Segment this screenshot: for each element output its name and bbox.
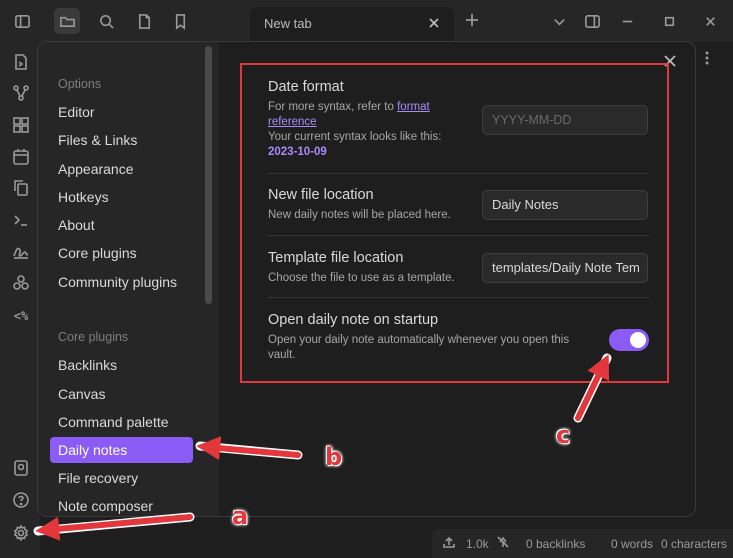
no-sync-icon[interactable] — [496, 535, 510, 552]
sync-icon[interactable] — [442, 535, 456, 552]
nav-item-hotkeys[interactable]: Hotkeys — [50, 184, 193, 210]
nav-item-note-composer[interactable]: Note composer — [50, 493, 193, 516]
canvas-icon[interactable] — [11, 115, 31, 135]
nav-item-about[interactable]: About — [50, 212, 193, 238]
title-bar: New tab — [0, 0, 733, 42]
copy-icon[interactable] — [11, 178, 31, 198]
template-file-location-input[interactable]: templates/Daily Note Tem — [482, 253, 648, 283]
search-icon[interactable] — [93, 8, 119, 34]
core-plugins-header: Core plugins — [58, 330, 129, 344]
tab-new[interactable]: New tab — [250, 7, 454, 42]
nav-item-appearance[interactable]: Appearance — [50, 156, 193, 182]
setting-name: Date format — [268, 79, 344, 95]
code-icon[interactable]: <% — [11, 306, 31, 326]
close-icon[interactable] — [697, 8, 723, 34]
nav-item-canvas[interactable]: Canvas — [50, 381, 193, 407]
sidebar-toggle-icon[interactable] — [9, 8, 35, 34]
folder-icon[interactable] — [54, 8, 80, 34]
chevron-down-icon[interactable] — [546, 8, 572, 34]
sidebar-scrollbar[interactable] — [205, 46, 212, 304]
setting-name: Open daily note on startup — [268, 312, 439, 328]
annotation-c: c — [556, 421, 571, 449]
nav-item-backlinks[interactable]: Backlinks — [50, 352, 193, 378]
plugins-icon[interactable] — [11, 273, 31, 293]
settings-icon[interactable] — [11, 523, 31, 543]
tab-title: New tab — [264, 16, 312, 31]
date-format-input[interactable]: YYYY-MM-DD — [482, 105, 648, 135]
new-tab-icon[interactable] — [462, 10, 484, 32]
options-header: Options — [58, 77, 102, 91]
more-options-icon[interactable] — [702, 50, 712, 66]
left-ribbon: <% — [0, 42, 40, 558]
status-bar: 1.0k 0 backlinks 0 words 0 characters — [432, 529, 733, 558]
nav-item-file-recovery[interactable]: File recovery — [50, 465, 193, 491]
arrow-a — [33, 512, 195, 536]
calendar-icon[interactable] — [11, 147, 31, 167]
divider — [268, 297, 649, 298]
nav-item-community-plugins[interactable]: Community plugins — [50, 269, 193, 295]
signature-icon[interactable] — [11, 241, 31, 261]
settings-sidebar: Options Editor Files & Links Appearance … — [38, 42, 219, 516]
terminal-icon[interactable] — [11, 210, 31, 230]
divider — [268, 173, 649, 174]
nav-item-core-plugins[interactable]: Core plugins — [50, 240, 193, 266]
daily-notes-settings: Date format For more syntax, refer to fo… — [240, 63, 669, 383]
open-on-startup-toggle[interactable] — [609, 329, 649, 351]
desc-prefix: For more syntax, refer to — [268, 101, 398, 113]
toggle-knob — [630, 332, 646, 348]
nav-item-command-palette[interactable]: Command palette — [50, 409, 193, 435]
vault-icon[interactable] — [11, 458, 31, 478]
annotation-b: b — [325, 443, 343, 471]
settings-modal: Options Editor Files & Links Appearance … — [37, 41, 696, 517]
help-icon[interactable] — [11, 490, 31, 510]
setting-description: For more syntax, refer to format referen… — [268, 100, 458, 130]
divider — [268, 235, 649, 236]
status-characters: 0 characters — [661, 537, 728, 551]
status-count: 1.0k — [466, 537, 489, 551]
bookmark-icon[interactable] — [167, 8, 193, 34]
nav-item-daily-notes[interactable]: Daily notes — [50, 437, 193, 463]
new-file-location-input[interactable]: Daily Notes — [482, 190, 648, 220]
file-icon[interactable] — [131, 8, 157, 34]
split-layout-icon[interactable] — [579, 8, 605, 34]
maximize-icon[interactable] — [656, 8, 682, 34]
current-syntax-value: 2023-10-09 — [268, 146, 327, 158]
annotation-a: a — [232, 502, 249, 530]
status-backlinks[interactable]: 0 backlinks — [526, 537, 585, 551]
minimize-icon[interactable] — [614, 8, 640, 34]
graph-icon[interactable] — [11, 83, 31, 103]
nav-item-editor[interactable]: Editor — [50, 99, 193, 125]
setting-description: Open your daily note automatically whene… — [268, 334, 570, 361]
status-words: 0 words — [611, 537, 654, 551]
open-quick-switcher-icon[interactable] — [11, 52, 31, 72]
tab-close-icon[interactable] — [426, 15, 442, 31]
setting-open-on-startup: Open daily note on startup Open your dai… — [268, 312, 649, 363]
nav-item-files-links[interactable]: Files & Links — [50, 127, 193, 153]
code-label: <% — [13, 309, 29, 323]
